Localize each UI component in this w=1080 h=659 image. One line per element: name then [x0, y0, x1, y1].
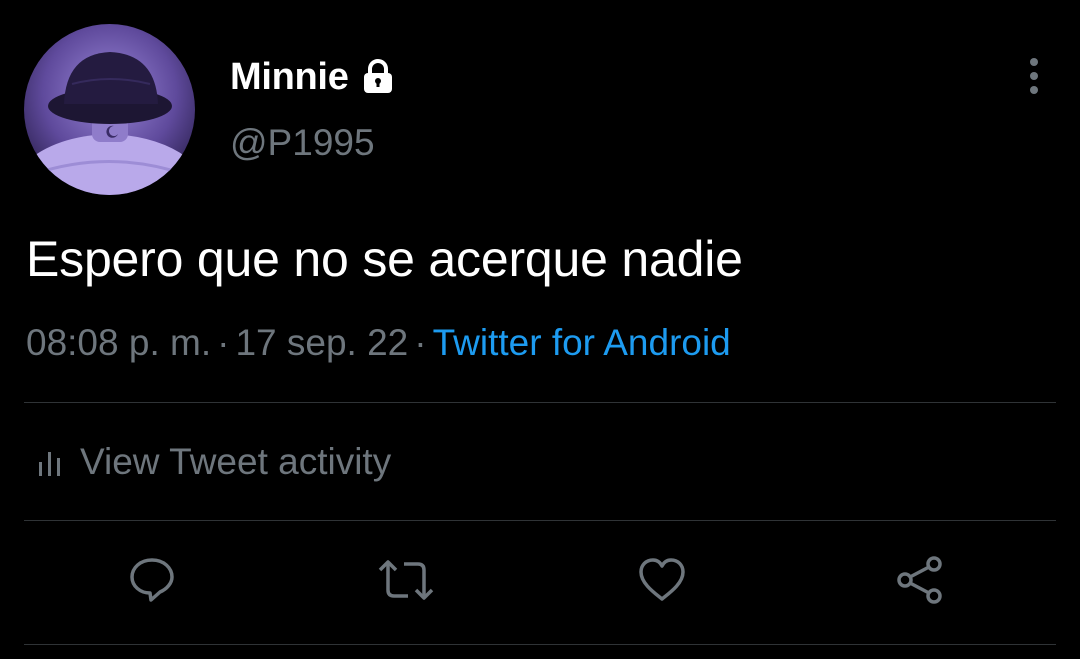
avatar-photo [24, 24, 195, 195]
share-icon [894, 554, 946, 611]
share-button[interactable] [894, 554, 946, 611]
retweet-icon [376, 554, 436, 611]
tweet-date[interactable]: 17 sep. 22 [235, 322, 408, 363]
tweet-meta: 08:08 p. m. · 17 sep. 22 · Twitter for Andro… [26, 322, 731, 364]
view-tweet-activity-button[interactable]: View Tweet activity [36, 436, 391, 488]
tweet-detail: Minnie @P1995 Espero que no se acerque n… [0, 0, 1080, 659]
meta-separator: · [217, 322, 230, 363]
divider [24, 520, 1056, 521]
like-icon [636, 554, 688, 611]
divider [24, 402, 1056, 403]
display-name[interactable]: Minnie [230, 56, 349, 99]
divider [24, 644, 1056, 645]
more-options-icon[interactable] [1018, 56, 1050, 96]
retweet-button[interactable] [378, 556, 434, 608]
meta-separator: · [414, 322, 427, 363]
tweet-source-link[interactable]: Twitter for Android [433, 322, 731, 363]
reply-icon [126, 554, 178, 611]
avatar[interactable] [24, 24, 195, 195]
tweet-text: Espero que no se acerque nadie [26, 231, 743, 287]
like-button[interactable] [636, 556, 688, 608]
bar-chart-icon [36, 446, 64, 478]
view-tweet-activity-label: View Tweet activity [80, 441, 392, 482]
reply-button[interactable] [126, 556, 178, 608]
user-name-row[interactable]: Minnie [230, 52, 395, 102]
tweet-time[interactable]: 08:08 p. m. [26, 322, 211, 363]
lock-icon [361, 59, 395, 95]
user-handle[interactable]: @P1995 [230, 122, 375, 164]
